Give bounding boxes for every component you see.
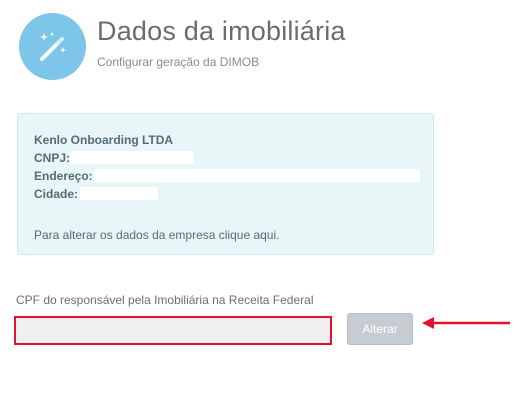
endereco-redacted (94, 169, 420, 182)
header-icon-circle (19, 13, 86, 80)
page-subtitle: Configurar geração da DIMOB (97, 55, 260, 69)
cpf-label: CPF do responsável pela Imobiliária na R… (16, 293, 314, 307)
cidade-redacted (80, 187, 158, 200)
cidade-row: Cidade: (34, 187, 78, 201)
annotation-arrow (422, 317, 510, 329)
magic-wand-icon (39, 31, 66, 61)
cnpj-row: CNPJ: (34, 151, 70, 165)
company-info-box: Kenlo Onboarding LTDA CNPJ: Endereço: Ci… (17, 113, 434, 255)
company-name: Kenlo Onboarding LTDA (34, 133, 174, 147)
cnpj-redacted (70, 151, 194, 164)
cpf-input[interactable] (14, 316, 332, 345)
cnpj-label: CNPJ: (34, 151, 71, 165)
cidade-label: Cidade: (34, 187, 79, 201)
endereco-row: Endereço: (34, 169, 93, 183)
edit-company-link[interactable]: Para alterar os dados da empresa clique … (34, 228, 279, 242)
page-title: Dados da imobiliária (97, 16, 346, 46)
endereco-label: Endereço: (34, 169, 93, 183)
alter-button[interactable]: Alterar (347, 313, 413, 345)
